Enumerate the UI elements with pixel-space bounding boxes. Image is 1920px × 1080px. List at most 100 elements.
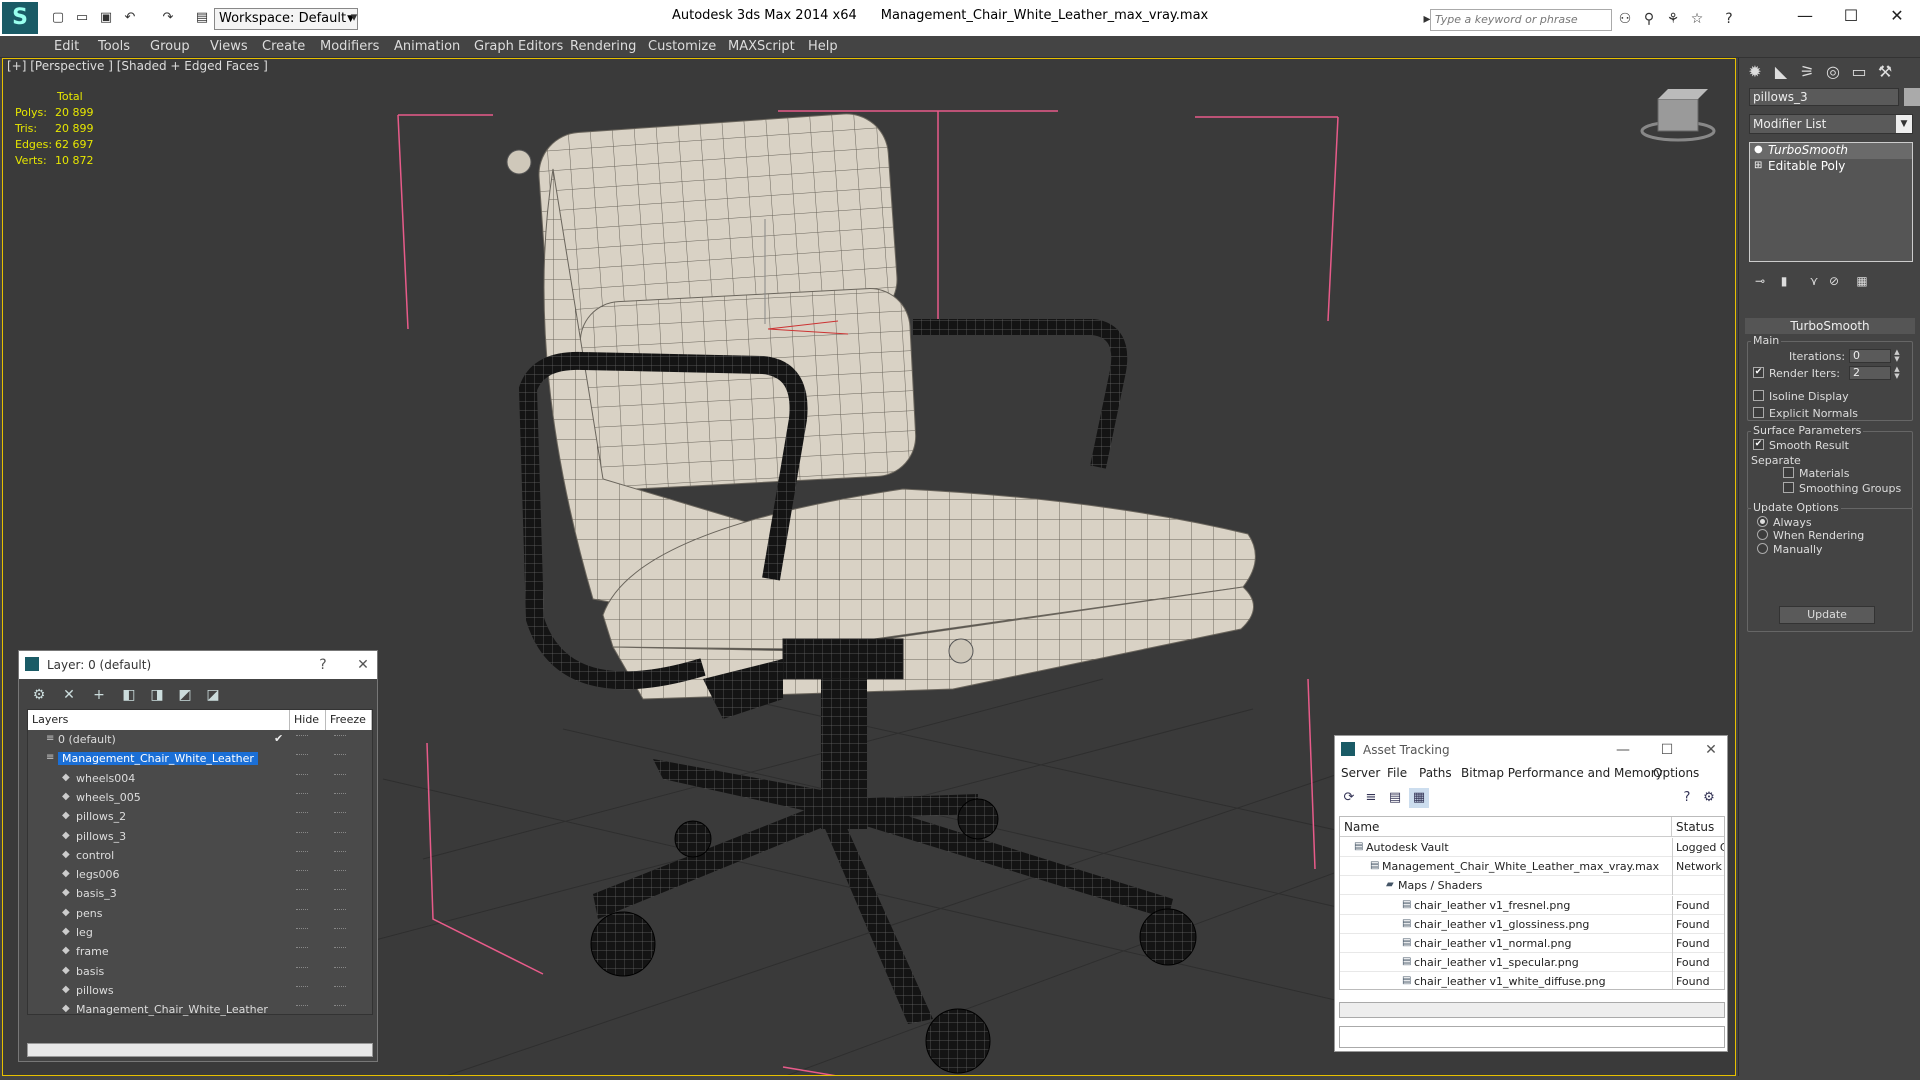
app-logo-icon[interactable]: S: [2, 2, 38, 34]
iterations-spinner[interactable]: 0: [1849, 349, 1891, 363]
help-icon[interactable]: ?: [1677, 788, 1697, 808]
menu-animation[interactable]: Animation: [394, 39, 460, 54]
close-icon[interactable]: ✕: [353, 655, 373, 675]
search-key-icon[interactable]: ⚲: [1640, 10, 1658, 28]
workspace-dropdown[interactable]: Workspace: Default ▼: [214, 8, 358, 30]
menu-create[interactable]: Create: [262, 39, 305, 54]
menu-modifiers[interactable]: Modifiers: [320, 39, 379, 54]
asset-menu-paths[interactable]: Paths: [1419, 766, 1452, 780]
visibility-toggle[interactable]: [334, 812, 346, 814]
manually-radio[interactable]: [1757, 543, 1768, 554]
layer-row[interactable]: ◆ wheels004: [28, 769, 372, 788]
column-header-freeze[interactable]: Freeze: [326, 710, 372, 730]
materials-checkbox[interactable]: [1783, 467, 1794, 478]
visibility-toggle[interactable]: [296, 792, 308, 794]
visibility-toggle[interactable]: [296, 985, 308, 987]
layer-row[interactable]: ◆ wheels_005: [28, 788, 372, 807]
settings-icon[interactable]: ⚙: [1699, 788, 1719, 808]
always-radio[interactable]: [1757, 516, 1768, 527]
pin-stack-icon[interactable]: ⊸: [1751, 272, 1769, 290]
layer-row[interactable]: ◆ pillows_2: [28, 807, 372, 826]
visibility-toggle[interactable]: [296, 870, 308, 872]
refresh-icon[interactable]: ⟳: [1339, 788, 1359, 808]
help-button[interactable]: ?: [313, 655, 333, 675]
new-file-icon[interactable]: ▢: [50, 10, 66, 26]
menu-tools[interactable]: Tools: [98, 39, 130, 54]
delete-layer-icon[interactable]: ✕: [59, 685, 79, 705]
visibility-toggle[interactable]: [334, 947, 346, 949]
visibility-toggle[interactable]: [296, 947, 308, 949]
asset-menu-server[interactable]: Server: [1341, 766, 1380, 780]
layer-row[interactable]: ◆ legs006: [28, 865, 372, 884]
create-tab-icon[interactable]: ✹: [1743, 60, 1767, 84]
project-folder-icon[interactable]: ▤: [194, 10, 210, 26]
visibility-toggle[interactable]: [334, 792, 346, 794]
list-view-icon[interactable]: ≡: [1361, 788, 1381, 808]
table-view-icon[interactable]: ▦: [1409, 788, 1429, 808]
visibility-toggle[interactable]: [296, 754, 308, 756]
layer-horizontal-scrollbar[interactable]: [27, 1043, 373, 1057]
visibility-toggle[interactable]: [334, 831, 346, 833]
visibility-toggle[interactable]: [296, 928, 308, 929]
community-icon[interactable]: ⚘: [1664, 10, 1682, 28]
viewport-label[interactable]: [+] [Perspective ] [Shaded + Edged Faces…: [7, 59, 268, 73]
explicit-normals-checkbox[interactable]: [1753, 407, 1764, 418]
save-file-icon[interactable]: ▣: [98, 10, 114, 26]
active-layer-check-icon[interactable]: ✔: [274, 732, 283, 745]
column-header-hide[interactable]: Hide: [290, 710, 326, 730]
visibility-toggle[interactable]: [296, 735, 308, 736]
menu-views[interactable]: Views: [210, 39, 248, 54]
visibility-toggle[interactable]: [334, 1005, 346, 1007]
visibility-toggle[interactable]: [296, 1005, 308, 1007]
asset-dialog-titlebar[interactable]: Asset Tracking — ☐ ✕: [1335, 736, 1727, 764]
redo-icon[interactable]: ↷: [160, 10, 176, 26]
asset-row[interactable]: ▤ Management_Chair_White_Leather_max_vray…: [1340, 857, 1724, 877]
menu-group[interactable]: Group: [150, 39, 190, 54]
close-icon[interactable]: ✕: [1701, 740, 1721, 760]
column-header-layers[interactable]: Layers: [28, 710, 290, 730]
binoculars-icon[interactable]: ⚇: [1616, 10, 1634, 28]
favorites-star-icon[interactable]: ☆: [1688, 10, 1706, 28]
asset-menu-options[interactable]: Options: [1653, 766, 1699, 780]
motion-tab-icon[interactable]: ◎: [1821, 60, 1845, 84]
asset-row[interactable]: ▤ chair_leather v1_fresnel.png Found: [1340, 895, 1724, 915]
show-end-result-icon[interactable]: ▮: [1775, 272, 1793, 290]
asset-row[interactable]: ▤ chair_leather v1_normal.png Found: [1340, 934, 1724, 953]
render-iters-spinner[interactable]: 2: [1849, 366, 1891, 380]
column-header-status[interactable]: Status: [1672, 817, 1724, 837]
visibility-toggle[interactable]: [334, 754, 346, 756]
asset-row[interactable]: ▤ chair_leather v1_white_diffuse.png Found: [1340, 972, 1724, 989]
asset-menu-bitmap[interactable]: Bitmap Performance and Memory: [1461, 766, 1663, 780]
isoline-checkbox[interactable]: [1753, 390, 1764, 401]
visibility-toggle[interactable]: [296, 966, 308, 968]
visibility-toggle[interactable]: [334, 735, 346, 736]
lightbulb-icon[interactable]: ●: [1754, 144, 1763, 155]
layer-row[interactable]: ≡ 0 (default) ✔: [28, 730, 372, 749]
remove-modifier-icon[interactable]: ⊘: [1825, 272, 1843, 290]
visibility-toggle[interactable]: [334, 889, 346, 891]
when-rendering-radio[interactable]: [1757, 529, 1768, 540]
visibility-toggle[interactable]: [334, 985, 346, 987]
asset-row[interactable]: ▤ chair_leather v1_glossiness.png Found: [1340, 914, 1724, 934]
menu-help[interactable]: Help: [808, 39, 838, 54]
select-in-layer-icon[interactable]: ◧: [119, 685, 139, 705]
visibility-toggle[interactable]: [334, 908, 346, 910]
display-tab-icon[interactable]: ▭: [1847, 60, 1871, 84]
layer-row[interactable]: ◆ pillows: [28, 981, 372, 1000]
smoothing-groups-checkbox[interactable]: [1783, 482, 1794, 493]
layer-row[interactable]: ◆ pillows_3: [28, 827, 372, 846]
menu-customize[interactable]: Customize: [648, 39, 716, 54]
visibility-toggle[interactable]: [334, 928, 346, 929]
layer-row[interactable]: ◆ Management_Chair_White_Leather: [28, 1000, 372, 1019]
render-iters-checkbox[interactable]: ✔: [1753, 367, 1764, 378]
visibility-toggle[interactable]: [296, 908, 308, 910]
asset-menu-file[interactable]: File: [1387, 766, 1407, 780]
freeze-all-layers-icon[interactable]: ◪: [203, 685, 223, 705]
layer-row[interactable]: ◆ control: [28, 846, 372, 865]
object-name-field[interactable]: pillows_3: [1749, 88, 1899, 106]
customize-toolbar-icon[interactable]: ▾: [346, 10, 362, 26]
maximize-button[interactable]: ☐: [1836, 4, 1866, 28]
visibility-toggle[interactable]: [296, 831, 308, 833]
smooth-result-checkbox[interactable]: ✔: [1753, 439, 1764, 450]
viewcube-icon[interactable]: [1640, 89, 1716, 142]
